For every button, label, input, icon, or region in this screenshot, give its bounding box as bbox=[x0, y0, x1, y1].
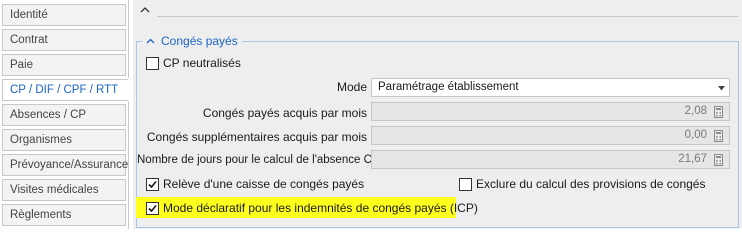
mode-label: Mode bbox=[336, 80, 367, 94]
nb-jours-label: Nombre de jours pour le calcul de l'abse… bbox=[137, 154, 380, 166]
cp-acquis-field[interactable]: 2,08 bbox=[371, 102, 730, 121]
cp-neutralises-checkbox[interactable]: CP neutralisés bbox=[146, 56, 241, 70]
checkbox-box[interactable] bbox=[146, 201, 159, 215]
tab-organismes[interactable]: Organismes bbox=[2, 129, 126, 151]
tab-reglements[interactable]: Règlements bbox=[2, 204, 126, 226]
tab-paie[interactable]: Paie bbox=[2, 54, 126, 76]
chevron-down-icon[interactable] bbox=[718, 86, 725, 91]
cs-acquis-value: 0,00 bbox=[684, 129, 707, 141]
tab-cp-dif-cpf-rtt[interactable]: CP / DIF / CPF / RTT bbox=[2, 79, 130, 101]
mode-selected-value: Paramétrage établissement bbox=[378, 81, 519, 93]
section-divider bbox=[157, 16, 738, 17]
chevron-up-icon[interactable] bbox=[138, 3, 152, 17]
nb-jours-field[interactable]: 21,67 bbox=[371, 150, 730, 169]
group-title: Congés payés bbox=[161, 34, 238, 48]
content-panel: Congés payés CP neutralisés Mode Paramét… bbox=[133, 0, 742, 229]
tab-identite[interactable]: Identité bbox=[2, 4, 126, 26]
releve-caisse-label: Relève d'une caisse de congés payés bbox=[163, 177, 365, 191]
cs-acquis-field[interactable]: 0,00 bbox=[371, 126, 730, 145]
section-collapse-bar[interactable] bbox=[133, 0, 742, 24]
checkmark-icon bbox=[148, 204, 157, 212]
chevron-up-icon[interactable] bbox=[146, 38, 155, 44]
tab-prevoyance-assurance[interactable]: Prévoyance/Assurance bbox=[2, 154, 128, 176]
releve-caisse-checkbox[interactable]: Relève d'une caisse de congés payés bbox=[146, 177, 364, 191]
checkbox-box[interactable] bbox=[146, 56, 159, 70]
exclure-provisions-checkbox[interactable]: Exclure du calcul des provisions de cong… bbox=[459, 177, 705, 191]
exclure-provisions-label: Exclure du calcul des provisions de cong… bbox=[476, 177, 706, 191]
nb-jours-value: 21,67 bbox=[678, 153, 707, 165]
calculator-icon[interactable] bbox=[714, 154, 723, 166]
tab-visites-medicales[interactable]: Visites médicales bbox=[2, 179, 126, 201]
calculator-icon[interactable] bbox=[714, 130, 723, 142]
checkbox-box[interactable] bbox=[459, 177, 472, 191]
cp-acquis-value: 2,08 bbox=[684, 105, 707, 117]
checkbox-box[interactable] bbox=[146, 177, 159, 191]
tab-contrat[interactable]: Contrat bbox=[2, 29, 126, 51]
calculator-icon[interactable] bbox=[714, 106, 723, 118]
mode-declaratif-checkbox[interactable]: Mode déclaratif pour les indemnités de c… bbox=[146, 201, 478, 215]
group-header[interactable]: Congés payés bbox=[142, 33, 242, 49]
tab-absences-cp[interactable]: Absences / CP bbox=[2, 104, 126, 126]
mode-select[interactable]: Paramétrage établissement bbox=[371, 78, 730, 97]
cs-acquis-label: Congés supplémentaires acquis par mois bbox=[146, 130, 367, 144]
checkmark-icon bbox=[148, 180, 157, 188]
mode-declaratif-label: Mode déclaratif pour les indemnités de c… bbox=[163, 201, 478, 215]
cp-acquis-label: Congés payés acquis par mois bbox=[202, 106, 367, 120]
cp-neutralises-label: CP neutralisés bbox=[163, 56, 241, 70]
tab-strip: Identité Contrat Paie CP / DIF / CPF / R… bbox=[0, 0, 130, 229]
